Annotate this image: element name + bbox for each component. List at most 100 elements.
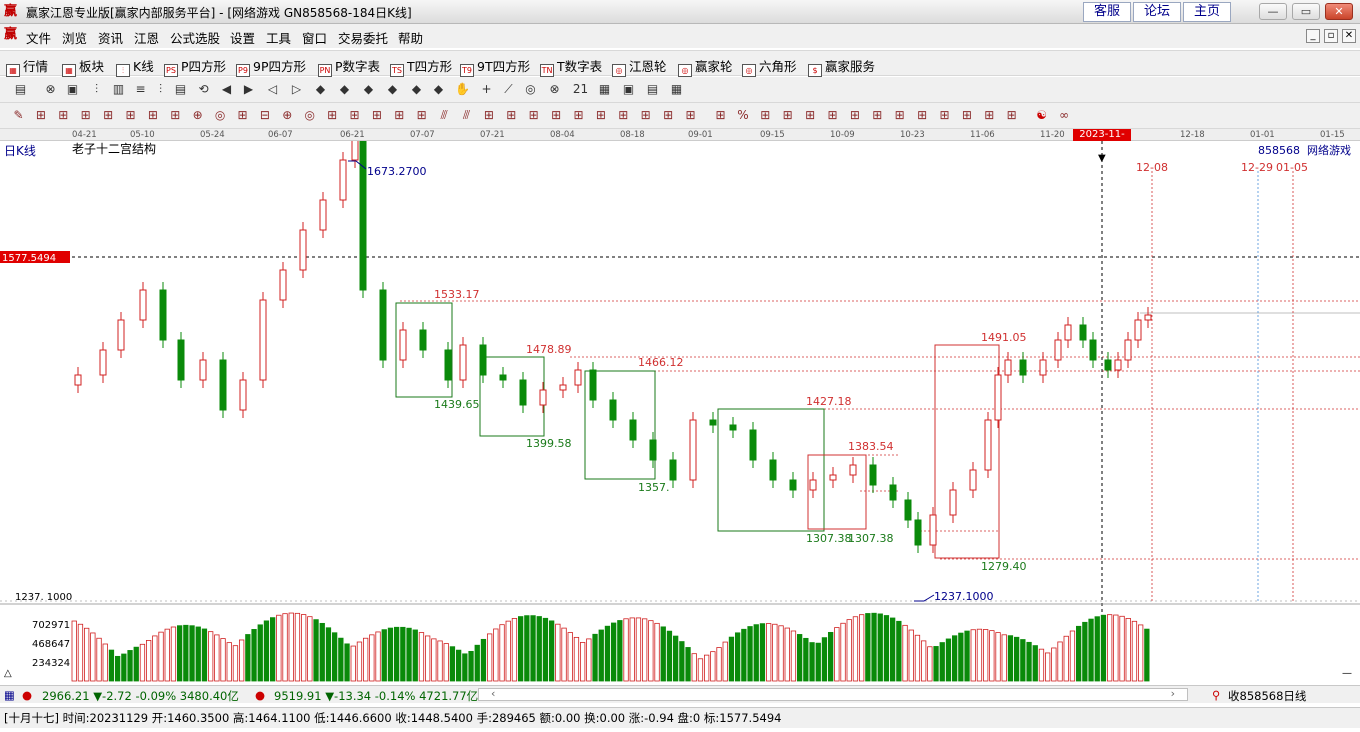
toolbar-pn-button[interactable]: PN P数字表 [318, 56, 380, 77]
draw-tool-icon[interactable]: 21 [572, 81, 589, 98]
draw-tool-icon[interactable]: ◆ [430, 81, 447, 98]
service-link[interactable]: 客服 [1083, 2, 1131, 22]
analysis-tool-icon[interactable]: ⊞ [144, 107, 161, 124]
toolbar-kline-button[interactable]: ⫶ K线 [116, 56, 154, 77]
scroll-right-icon[interactable]: › [1171, 687, 1175, 700]
draw-tool-icon[interactable]: ⫶ [152, 81, 169, 98]
analysis-tool-icon[interactable]: ⊞ [503, 107, 520, 124]
draw-tool-icon[interactable]: ▦ [596, 81, 613, 98]
draw-tool-icon[interactable]: ◆ [384, 81, 401, 98]
menu-help[interactable]: 帮助 [398, 28, 423, 47]
analysis-tool-icon[interactable]: ◎ [212, 107, 229, 124]
toolbar-t9-button[interactable]: T9 9T四方形 [460, 56, 530, 77]
analysis-tool-icon[interactable]: ⊞ [958, 107, 975, 124]
maximize-button[interactable]: ▭ [1292, 3, 1320, 20]
menu-info[interactable]: 资讯 [98, 28, 123, 47]
draw-tool-icon[interactable]: + [478, 81, 495, 98]
analysis-tool-icon[interactable]: ⊞ [891, 107, 908, 124]
analysis-tool-icon[interactable]: ⫻ [436, 107, 453, 124]
menu-window[interactable]: 窗口 [302, 28, 327, 47]
analysis-tool-icon[interactable]: ⊞ [413, 107, 430, 124]
analysis-tool-icon[interactable]: ⊞ [1003, 107, 1020, 124]
horizontal-scrollbar[interactable]: ‹ › [478, 687, 1188, 701]
minimize-button[interactable]: — [1259, 3, 1287, 20]
analysis-tool-icon[interactable]: ⊞ [570, 107, 587, 124]
analysis-tool-icon[interactable]: ⊞ [32, 107, 49, 124]
draw-tool-icon[interactable]: ▦ [668, 81, 685, 98]
close-chart-icon[interactable]: ⚲ [1212, 688, 1220, 702]
toolbar-hexagon-button[interactable]: ◎ 六角形 [742, 56, 797, 77]
analysis-tool-icon[interactable]: ⊞ [77, 107, 94, 124]
analysis-tool-icon[interactable]: ⊞ [122, 107, 139, 124]
draw-tool-icon[interactable]: ◆ [336, 81, 353, 98]
toolbar-grid-button[interactable]: ▦ 行情 [6, 56, 48, 77]
toolbar-ts-button[interactable]: TS T四方形 [390, 56, 452, 77]
analysis-tool-icon[interactable]: ⫻ [458, 107, 475, 124]
close-chart-label[interactable]: 收858568日线 [1228, 688, 1306, 704]
analysis-tool-icon[interactable]: ⊞ [525, 107, 542, 124]
analysis-tool-icon[interactable]: ⊞ [324, 107, 341, 124]
draw-tool-icon[interactable]: ≡ [132, 81, 149, 98]
analysis-tool-icon[interactable]: ⊞ [981, 107, 998, 124]
analysis-tool-icon[interactable]: ⊞ [615, 107, 632, 124]
analysis-tool-icon[interactable]: ☯ [1033, 107, 1050, 124]
analysis-tool-icon[interactable]: ∞ [1056, 107, 1073, 124]
scroll-left-icon[interactable]: ‹ [491, 687, 495, 700]
analysis-tool-icon[interactable]: ⊞ [391, 107, 408, 124]
forum-link[interactable]: 论坛 [1133, 2, 1181, 22]
draw-tool-icon[interactable]: ▤ [12, 81, 29, 98]
toolbar-blocks-button[interactable]: ▦ 板块 [62, 56, 104, 77]
menu-gann[interactable]: 江恩 [134, 28, 159, 47]
close-button[interactable]: ✕ [1325, 3, 1353, 20]
draw-tool-icon[interactable]: ⫶ [88, 81, 105, 98]
draw-tool-icon[interactable]: ◀ [218, 81, 235, 98]
draw-tool-icon[interactable]: ⟋ [500, 81, 517, 98]
menu-file[interactable]: 文件 [26, 28, 51, 47]
analysis-tool-icon[interactable]: ⊞ [592, 107, 609, 124]
menu-formula[interactable]: 公式选股 [170, 28, 220, 47]
draw-tool-icon[interactable]: ◆ [360, 81, 377, 98]
home-link[interactable]: 主页 [1183, 2, 1231, 22]
toolbar-dollar-button[interactable]: $ 赢家服务 [808, 56, 875, 77]
draw-tool-icon[interactable]: ✋ [454, 81, 471, 98]
kline-chart[interactable]: 1577.5494 ▼ 日K线 老子十二宫结构 858568 网络游戏 12-08 12-29… [0, 141, 1360, 685]
draw-tool-icon[interactable]: ▣ [620, 81, 637, 98]
menu-tools[interactable]: 工具 [266, 28, 291, 47]
toolbar-p9-button[interactable]: P9 9P四方形 [236, 56, 306, 77]
analysis-tool-icon[interactable]: ⊞ [55, 107, 72, 124]
analysis-tool-icon[interactable]: ⊞ [234, 107, 251, 124]
analysis-tool-icon[interactable]: ⊕ [279, 107, 296, 124]
analysis-tool-icon[interactable]: % [734, 107, 751, 124]
toolbar-gann-wheel-button[interactable]: ◎ 江恩轮 [612, 56, 667, 77]
menu-browse[interactable]: 浏览 [62, 28, 87, 47]
analysis-tool-icon[interactable]: ⊕ [189, 107, 206, 124]
analysis-tool-icon[interactable]: ⊞ [346, 107, 363, 124]
analysis-tool-icon[interactable]: ⊟ [256, 107, 273, 124]
analysis-tool-icon[interactable]: ⊞ [869, 107, 886, 124]
menu-trade[interactable]: 交易委托 [338, 28, 388, 47]
analysis-tool-icon[interactable]: ⊞ [637, 107, 654, 124]
draw-tool-icon[interactable]: ◁ [264, 81, 281, 98]
draw-tool-icon[interactable]: ⟲ [195, 81, 212, 98]
draw-tool-icon[interactable]: ⊗ [546, 81, 563, 98]
analysis-tool-icon[interactable]: ⊞ [368, 107, 385, 124]
draw-tool-icon[interactable]: ▥ [110, 81, 127, 98]
analysis-tool-icon[interactable]: ◎ [301, 107, 318, 124]
index-grid-icon[interactable]: ▦ [4, 688, 15, 702]
draw-tool-icon[interactable]: ⊗ [42, 81, 59, 98]
analysis-tool-icon[interactable]: ⊞ [480, 107, 497, 124]
analysis-tool-icon[interactable]: ⊞ [100, 107, 117, 124]
analysis-tool-icon[interactable]: ⊞ [802, 107, 819, 124]
analysis-tool-icon[interactable]: ⊞ [682, 107, 699, 124]
analysis-tool-icon[interactable]: ⊞ [779, 107, 796, 124]
analysis-tool-icon[interactable]: ⊞ [936, 107, 953, 124]
draw-tool-icon[interactable]: ◆ [408, 81, 425, 98]
draw-tool-icon[interactable]: ▤ [172, 81, 189, 98]
toolbar-winner-wheel-button[interactable]: ◎ 赢家轮 [678, 56, 733, 77]
analysis-tool-icon[interactable]: ⊞ [757, 107, 774, 124]
analysis-tool-icon[interactable]: ⊞ [846, 107, 863, 124]
draw-tool-icon[interactable]: ◎ [522, 81, 539, 98]
analysis-tool-icon[interactable]: ⊞ [167, 107, 184, 124]
analysis-tool-icon[interactable]: ⊞ [914, 107, 931, 124]
draw-tool-icon[interactable]: ◆ [312, 81, 329, 98]
